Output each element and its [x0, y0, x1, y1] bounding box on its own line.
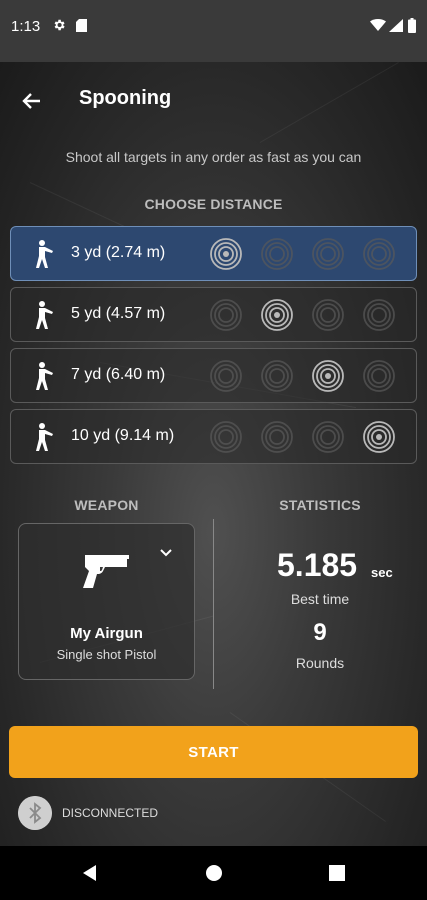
back-triangle-icon[interactable] — [79, 862, 101, 884]
connection-status: DISCONNECTED — [62, 806, 159, 820]
statistics-heading: STATISTICS — [279, 497, 361, 513]
target-1-icon — [210, 360, 242, 392]
distance-option-3[interactable]: 7 yd (6.40 m) — [10, 348, 417, 403]
bluetooth-icon[interactable] — [18, 796, 52, 830]
rounds-value: 9 — [313, 619, 327, 646]
sd-card-icon — [76, 19, 87, 32]
distance-option-4[interactable]: 10 yd (9.14 m) — [10, 409, 417, 464]
target-2-icon — [261, 238, 293, 270]
target-2-icon — [261, 360, 293, 392]
distance-option-2[interactable]: 5 yd (4.57 m) — [10, 287, 417, 342]
target-1-icon — [210, 421, 242, 453]
shooter-icon — [36, 423, 53, 451]
target-4-icon — [363, 238, 395, 270]
wifi-icon — [370, 19, 386, 31]
system-nav-bar — [0, 846, 427, 900]
target-4-icon — [363, 421, 395, 453]
main-content: Spooning Shoot all targets in any order … — [0, 62, 427, 846]
home-circle-icon[interactable] — [203, 862, 225, 884]
target-4-icon — [363, 360, 395, 392]
weapon-heading: WEAPON — [74, 497, 139, 513]
distance-label: 10 yd (9.14 m) — [71, 427, 175, 444]
target-3-icon — [312, 238, 344, 270]
shooter-icon — [36, 301, 53, 329]
page-title: Spooning — [79, 87, 172, 109]
distance-label: 7 yd (6.40 m) — [71, 366, 166, 383]
battery-icon — [408, 18, 416, 33]
target-1-icon — [210, 238, 242, 270]
section-divider — [213, 519, 214, 689]
best-time-unit: sec — [371, 565, 393, 580]
chevron-down-icon[interactable] — [159, 548, 173, 558]
weapon-selector[interactable]: My Airgun Single shot Pistol — [18, 523, 195, 680]
rounds-label: Rounds — [295, 655, 345, 671]
target-2-icon — [261, 421, 293, 453]
status-time: 1:13 — [11, 18, 41, 35]
shooter-icon — [36, 240, 53, 268]
best-time-value: 5.185 — [277, 547, 358, 583]
best-time-label: Best time — [290, 591, 350, 607]
weapon-type: Single shot Pistol — [56, 647, 157, 662]
shooter-icon — [36, 362, 53, 390]
status-bar: 1:13 — [0, 0, 427, 62]
weapon-name: My Airgun — [70, 625, 143, 642]
back-arrow-icon[interactable] — [20, 89, 44, 113]
target-3-icon — [312, 421, 344, 453]
signal-icon — [389, 19, 403, 32]
target-3-icon — [312, 299, 344, 331]
pistol-icon — [83, 555, 129, 588]
start-button[interactable]: START — [9, 726, 418, 778]
instructions-text: Shoot all targets in any order as fast a… — [65, 149, 362, 165]
target-2-icon — [261, 299, 293, 331]
distance-option-1[interactable]: 3 yd (2.74 m) — [10, 226, 417, 281]
target-4-icon — [363, 299, 395, 331]
recents-square-icon[interactable] — [326, 862, 348, 884]
distance-label: 3 yd (2.74 m) — [71, 244, 166, 261]
gear-icon — [54, 19, 65, 31]
choose-distance-heading: CHOOSE DISTANCE — [144, 196, 283, 212]
target-1-icon — [210, 299, 242, 331]
distance-label: 5 yd (4.57 m) — [71, 305, 166, 322]
target-3-icon — [312, 360, 344, 392]
